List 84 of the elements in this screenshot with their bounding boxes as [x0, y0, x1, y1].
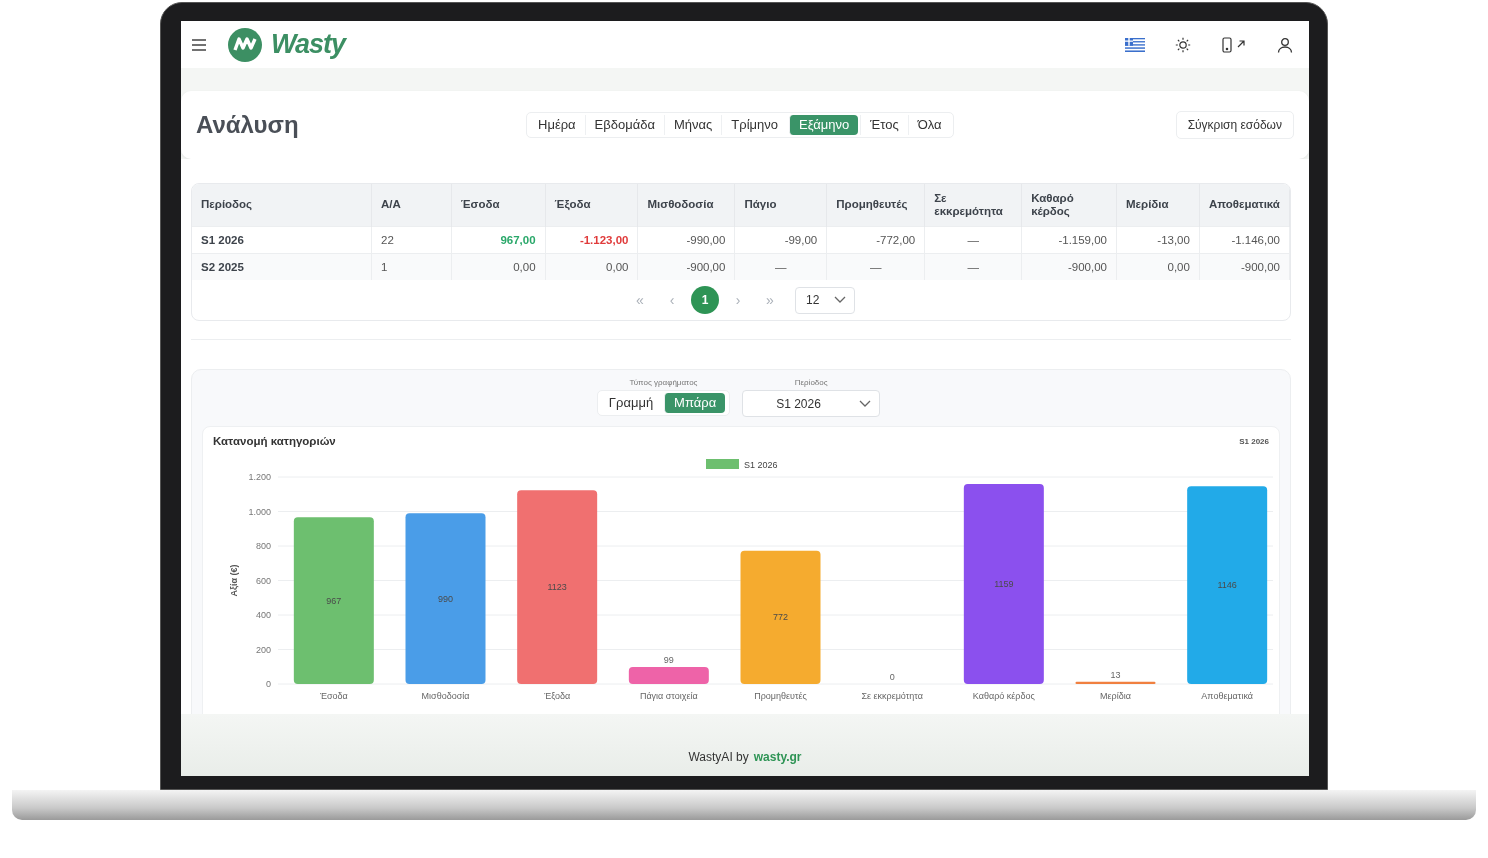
- column-header[interactable]: Έξοδα: [545, 184, 638, 226]
- chevron-down-icon: [859, 399, 872, 408]
- axis-category-label: Έξοδα: [544, 691, 571, 701]
- period-tab[interactable]: Ημέρα: [529, 115, 585, 135]
- axis-category-label: Καθαρό κέρδος: [972, 691, 1035, 701]
- table-cell: 0,00: [1116, 253, 1200, 280]
- footer-text: WastyAI by: [688, 750, 749, 764]
- table-cell: -13,00: [1116, 226, 1200, 253]
- column-header[interactable]: Έσοδα: [451, 184, 546, 226]
- table-cell: -772,00: [826, 226, 925, 253]
- legend-label: S1 2026: [744, 459, 778, 470]
- logo-icon: [227, 26, 263, 63]
- column-header[interactable]: Πάγιο: [734, 184, 827, 226]
- logo-text: Wasty: [271, 29, 346, 60]
- axis-category-label: Μισθοδοσία: [421, 691, 470, 701]
- period-select[interactable]: S1 2026: [742, 390, 881, 417]
- table-cell: S2 2025: [192, 253, 372, 280]
- bar-value-label: 990: [438, 593, 453, 604]
- column-header[interactable]: Μερίδια: [1116, 184, 1200, 226]
- bar-value-label: 772: [773, 612, 788, 623]
- axis-tick-label: 200: [255, 644, 271, 655]
- axis-category-label: Μερίδια: [1100, 691, 1131, 701]
- table-cell: 1: [371, 253, 452, 280]
- page-title: Ανάλυση: [196, 111, 300, 139]
- page-size-select[interactable]: 12: [795, 286, 855, 314]
- axis-category-label: Προμηθευτές: [754, 691, 807, 701]
- table-cell: -900,00: [638, 253, 735, 280]
- table-cell: -990,00: [638, 226, 735, 253]
- axis-tick-label: 1.000: [248, 506, 271, 517]
- column-header[interactable]: Προμηθευτές: [826, 184, 925, 226]
- column-header[interactable]: Α/Α: [371, 184, 452, 226]
- chart-type-option[interactable]: Γραμμή: [599, 393, 663, 413]
- bar-value-label: 13: [1110, 669, 1121, 680]
- table-cell: —: [734, 253, 827, 280]
- chart-title: Κατανομή κατηγοριών: [213, 435, 336, 447]
- bar-value-label: 1146: [1217, 580, 1237, 591]
- table-cell: -1.159,00: [1021, 226, 1117, 253]
- bar-value-label: 1123: [547, 582, 567, 593]
- axis-category-label: Αποθεματικά: [1201, 691, 1253, 701]
- axis-category-label: Έσοδα: [319, 691, 348, 701]
- period-tab[interactable]: Εβδομάδα: [584, 115, 664, 135]
- table-cell: -900,00: [1199, 253, 1290, 280]
- axis-title: Αξία (€): [229, 564, 239, 597]
- table-cell: -900,00: [1021, 253, 1117, 280]
- axis-tick-label: 1.200: [248, 472, 271, 482]
- table-cell: 0,00: [451, 253, 546, 280]
- chart-legend: S1 2026: [706, 459, 778, 470]
- table-cell: —: [924, 226, 1022, 253]
- period-tab[interactable]: Εξάμηνο: [789, 115, 859, 135]
- table-cell: 22: [371, 226, 452, 253]
- axis-tick-label: 0: [266, 679, 271, 689]
- chevron-down-icon: [834, 296, 846, 304]
- chart-period-label: S1 2026: [1239, 436, 1269, 446]
- bar-value-label: 967: [326, 595, 342, 606]
- table-cell: 967,00: [451, 226, 546, 253]
- table-cell: -1.123,00: [545, 226, 638, 253]
- field-label: Περίοδος: [794, 378, 828, 387]
- table-cell: S1 2026: [192, 226, 372, 253]
- field-label: Τύπος γραφήματος: [629, 378, 698, 387]
- column-header[interactable]: Μισθοδοσία: [638, 184, 735, 226]
- column-header[interactable]: Καθαρό κέρδος: [1021, 184, 1117, 226]
- period-tab[interactable]: Έτος: [860, 115, 908, 135]
- table-cell: -99,00: [734, 226, 827, 253]
- axis-category-label: Πάγια στοιχεία: [639, 691, 698, 701]
- table-cell: —: [826, 253, 925, 280]
- column-header[interactable]: Περίοδος: [192, 184, 372, 226]
- period-tab[interactable]: Μήνας: [663, 115, 722, 135]
- compare-button[interactable]: Σύγκριση εσόδων: [1175, 111, 1294, 139]
- bar-value-label: 1159: [994, 579, 1014, 590]
- table-cell: 0,00: [545, 253, 638, 280]
- table-cell: —: [924, 253, 1022, 280]
- table-cell: -1.146,00: [1199, 226, 1290, 253]
- bar-value-label: 99: [663, 654, 674, 665]
- column-header[interactable]: Σε εκκρεμότητα: [924, 184, 1022, 226]
- bar-value-label: 0: [889, 672, 895, 682]
- axis-tick-label: 400: [255, 610, 271, 620]
- page-button[interactable]: 1: [691, 286, 719, 314]
- period-tab[interactable]: Τρίμηνο: [721, 115, 787, 135]
- column-header[interactable]: Αποθεματικά: [1199, 184, 1290, 226]
- chart-type-option[interactable]: Μπάρα: [664, 393, 726, 413]
- axis-tick-label: 600: [255, 575, 271, 586]
- axis-tick-label: 800: [255, 541, 271, 551]
- period-tab[interactable]: Όλα: [907, 115, 951, 135]
- axis-category-label: Σε εκκρεμότητα: [861, 691, 923, 701]
